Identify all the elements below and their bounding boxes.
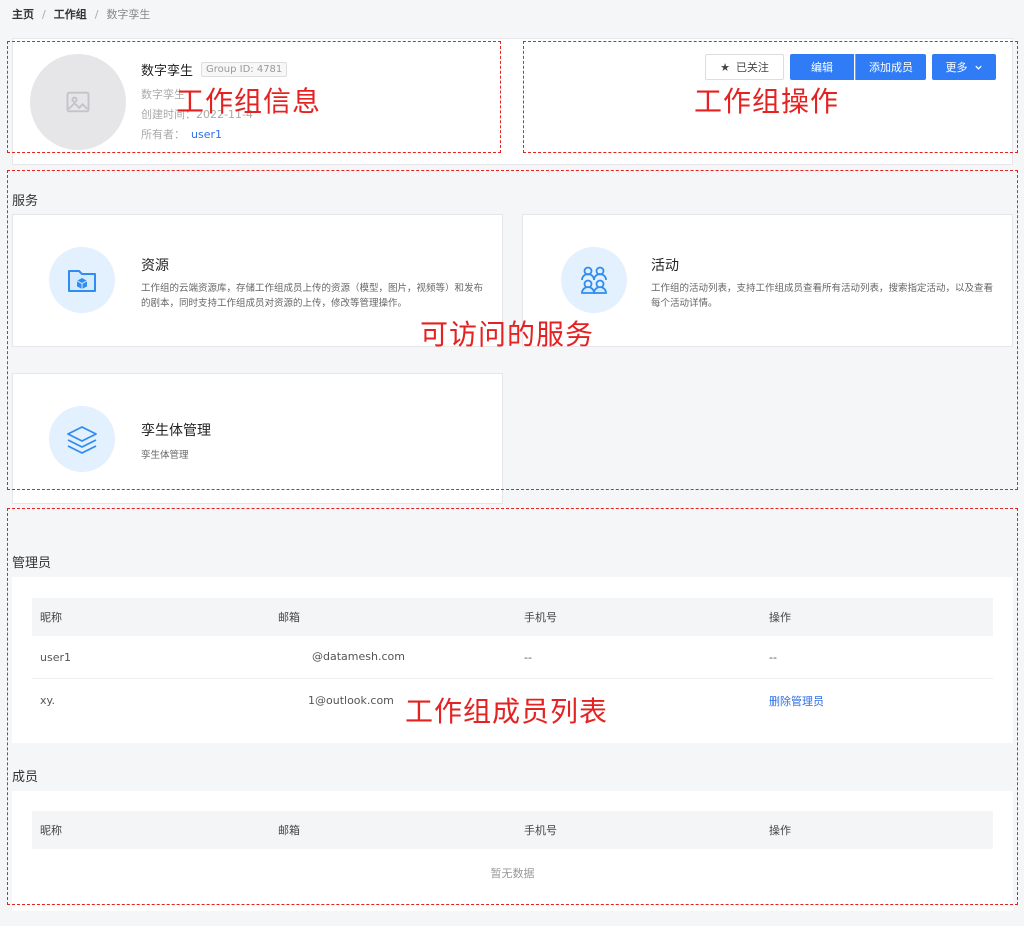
nickname-text: xy. — [40, 693, 55, 707]
follow-label: 已关注 — [735, 61, 769, 74]
column-header-nickname: 昵称 — [40, 824, 62, 837]
cell-nickname: user1 — [40, 650, 71, 664]
service-description: 孪生体管理 — [141, 450, 189, 461]
table-header: 昵称 邮箱 手机号 操作 — [32, 598, 993, 636]
follow-button[interactable]: ★ 已关注 — [705, 54, 784, 80]
add-member-label: 添加成员 — [869, 61, 913, 74]
members-table: 昵称 邮箱 手机号 操作 暂无数据 — [32, 811, 993, 897]
service-description: 工作组的活动列表，支持工作组成员查看所有活动列表，搜索指定活动，以及查看每个活动… — [651, 283, 994, 309]
annotation-label-members: 工作组成员列表 — [405, 695, 609, 728]
owner-link[interactable]: user1 — [191, 128, 222, 141]
admins-title: 管理员 — [12, 556, 52, 571]
table-row: user1 @datamesh.com -- -- — [32, 636, 993, 679]
service-title: 活动 — [651, 258, 679, 274]
service-title: 资源 — [141, 258, 169, 274]
group-name-row: 数字孪生 Group ID: 4781 — [141, 60, 288, 79]
breadcrumb: 主页 / 工作组 / 数字孪生 — [12, 6, 150, 22]
breadcrumb-separator: / — [94, 7, 99, 21]
column-header-action: 操作 — [769, 824, 791, 837]
group-id-badge: Group ID: 4781 — [201, 62, 288, 77]
breadcrumb-separator: / — [42, 7, 46, 21]
breadcrumb-current: 数字孪生 — [106, 8, 151, 21]
group-avatar — [30, 54, 126, 150]
column-header-email: 邮箱 — [278, 824, 300, 837]
column-header-action: 操作 — [769, 611, 791, 624]
image-placeholder-icon — [66, 91, 90, 113]
cell-nickname: xy. — [32, 693, 278, 708]
breadcrumb-home[interactable]: 主页 — [12, 6, 34, 22]
service-card-activity[interactable]: 活动 工作组的活动列表，支持工作组成员查看所有活动列表，搜索指定活动，以及查看每… — [522, 214, 1013, 347]
cell-phone: -- — [524, 650, 532, 664]
column-header-phone: 手机号 — [524, 611, 557, 624]
cell-action: -- — [769, 650, 777, 664]
owner-label: 所有者： — [141, 128, 185, 141]
more-button[interactable]: 更多 — [932, 54, 996, 80]
service-description: 工作组的云端资源库，存储工作组成员上传的资源（模型，图片，视频等）和发布的剧本，… — [141, 283, 484, 309]
annotation-label-info: 工作组信息 — [176, 85, 322, 118]
group-owner-row: 所有者： user1 — [141, 126, 222, 142]
column-header-email: 邮箱 — [278, 611, 300, 624]
column-header-nickname: 昵称 — [40, 611, 62, 624]
column-header-phone: 手机号 — [524, 824, 557, 837]
people-icon — [561, 247, 627, 313]
group-name: 数字孪生 — [141, 64, 194, 79]
services-title: 服务 — [12, 194, 39, 209]
edit-label: 编辑 — [811, 61, 833, 74]
star-icon: ★ — [720, 60, 730, 74]
folder-icon — [49, 247, 115, 313]
more-label: 更多 — [945, 61, 968, 74]
members-title: 成员 — [12, 770, 39, 785]
email-text: 1@outlook.com — [308, 693, 394, 707]
annotation-label-services: 可访问的服务 — [420, 318, 595, 351]
cell-email: @datamesh.com — [278, 650, 524, 664]
breadcrumb-group[interactable]: 工作组 — [54, 6, 87, 22]
annotation-label-ops: 工作组操作 — [694, 85, 840, 118]
edit-button[interactable]: 编辑 — [790, 54, 854, 80]
table-header: 昵称 邮箱 手机号 操作 — [32, 811, 993, 849]
layers-icon — [49, 406, 115, 472]
service-title: 孪生体管理 — [141, 423, 211, 439]
add-member-button[interactable]: 添加成员 — [855, 54, 926, 80]
chevron-down-icon — [974, 65, 982, 70]
email-text: @datamesh.com — [312, 650, 405, 663]
empty-state: 暂无数据 — [490, 867, 535, 880]
remove-admin-link[interactable]: 删除管理员 — [769, 693, 993, 709]
service-card-twin[interactable]: 孪生体管理 孪生体管理 — [12, 373, 503, 504]
